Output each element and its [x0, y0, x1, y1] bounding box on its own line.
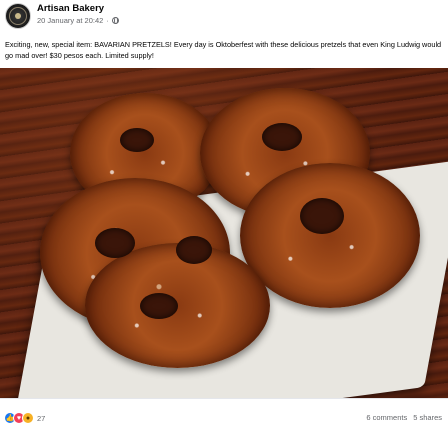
photo-pretzel-hole [120, 128, 154, 152]
photo-pretzel-hole [300, 198, 344, 234]
post-photo[interactable] [0, 68, 448, 398]
photo-pretzel-hole [262, 123, 302, 151]
photo-pretzel-hole [176, 236, 212, 264]
reactions-summary[interactable]: 👍 ♥ ● 27 [4, 412, 45, 424]
post-footer: 👍 ♥ ● 27 6 comments 5 shares [0, 398, 448, 442]
meta-separator: · [106, 16, 109, 25]
shares-link[interactable]: 5 shares [413, 413, 442, 422]
reaction-count: 27 [37, 413, 46, 423]
post-text: Exciting, new, special item: BAVARIAN PR… [5, 40, 442, 60]
globe-icon [111, 17, 119, 24]
comments-link[interactable]: 6 comments [366, 413, 407, 422]
facebook-post: Artisan Bakery 20 January at 20:42 · Exc… [0, 0, 448, 442]
photo-pretzel-hole [140, 293, 178, 319]
page-avatar[interactable] [5, 3, 31, 29]
photo-pretzel-hole [95, 228, 135, 258]
photo-pretzel [240, 163, 420, 308]
post-stats: 6 comments 5 shares [366, 413, 442, 422]
post-header: Artisan Bakery 20 January at 20:42 · [0, 0, 448, 38]
page-name-link[interactable]: Artisan Bakery [37, 3, 104, 14]
post-meta: 20 January at 20:42 · [37, 16, 119, 25]
avatar-logo-dot [15, 13, 21, 19]
post-timestamp[interactable]: 20 January at 20:42 [37, 16, 103, 25]
wow-icon: ● [22, 412, 34, 424]
